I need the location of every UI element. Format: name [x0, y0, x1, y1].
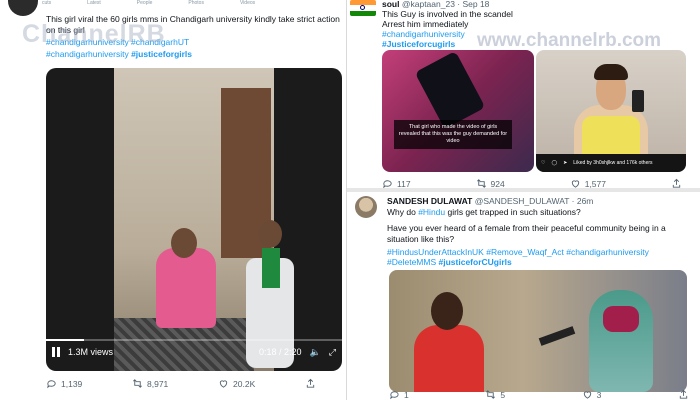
like-button[interactable]: 1,577 — [570, 178, 606, 189]
retweet-button[interactable]: 924 — [476, 178, 505, 189]
tab-people[interactable]: People — [137, 0, 153, 6]
retweet-count: 5 — [500, 389, 506, 400]
right-bottom-tweet: SANDESH DULAWAT @SANDESH_DULAWAT · 26m W… — [347, 192, 700, 400]
video-progress-fill — [46, 339, 85, 341]
heart-icon — [219, 380, 228, 388]
interview-image[interactable] — [389, 270, 687, 392]
heart-icon — [583, 391, 591, 399]
pause-icon[interactable] — [52, 347, 60, 357]
watermark: ChannelRB — [22, 20, 166, 48]
tab-header: cuts Latest People Photos Videos — [42, 0, 342, 6]
send-icon[interactable]: ➤ — [563, 160, 567, 166]
veil-face — [603, 306, 639, 332]
display-name[interactable]: soul — [382, 0, 399, 9]
tab-photos[interactable]: Photos — [188, 0, 204, 6]
video-player[interactable]: 1.3M views 0:18 / 2:20 🔈 ⤢ — [46, 68, 342, 371]
tab-top[interactable]: cuts — [42, 0, 51, 6]
video-controls: 1.3M views 0:18 / 2:20 🔈 ⤢ — [52, 343, 336, 361]
flag-avatar[interactable] — [350, 0, 376, 16]
like-count: 3 — [596, 389, 602, 400]
avatar[interactable] — [355, 196, 377, 218]
share-icon — [672, 178, 681, 188]
reply-count: 117 — [397, 178, 411, 189]
like-count: 20.2K — [233, 378, 256, 389]
retweet-button[interactable]: 5 — [485, 389, 505, 400]
reply-icon — [47, 380, 56, 389]
tweet-actions: 1,139 8,971 20.2K — [46, 378, 316, 389]
retweet-icon — [486, 390, 496, 399]
share-button[interactable] — [305, 378, 316, 389]
tweet-paragraph-2: Have you ever heard of a female from the… — [387, 223, 666, 244]
heart-icon[interactable]: ♡ — [541, 160, 545, 166]
view-count: 1.3M views — [68, 347, 114, 357]
hashtags-line-2[interactable]: #chandigarhuniversity #justiceforgirls — [46, 49, 342, 60]
reply-count: 1,139 — [61, 378, 83, 389]
tweet-actions: 117 924 1,577 — [382, 178, 682, 189]
like-button[interactable]: 20.2K — [218, 378, 255, 389]
video-girl — [156, 248, 216, 328]
reply-button[interactable]: 117 — [382, 178, 411, 189]
retweet-icon — [476, 179, 486, 188]
share-icon — [306, 378, 315, 388]
reply-icon — [390, 391, 399, 400]
retweet-count: 8,971 — [147, 378, 169, 389]
hashtag-2[interactable]: #Justiceforcugirls — [382, 39, 455, 50]
retweet-button[interactable]: 8,971 — [132, 378, 168, 389]
tab-videos[interactable]: Videos — [240, 0, 255, 6]
reply-button[interactable]: 1,139 — [46, 378, 82, 389]
avatar[interactable] — [8, 0, 38, 16]
hashtags-line-2[interactable]: #DeleteMMS #justiceforCUgirls — [387, 257, 692, 268]
video-progress-track[interactable] — [46, 339, 342, 341]
heart-icon — [571, 180, 579, 188]
watermark: www.channelrb.com — [477, 30, 662, 51]
video-girl-head — [171, 228, 197, 258]
like-count: 1,577 — [584, 178, 606, 189]
handle-date[interactable]: @kaptaan_23 · Sep 18 — [402, 0, 490, 9]
share-button[interactable] — [671, 178, 682, 188]
phone-shape — [414, 50, 486, 130]
chakra-icon — [360, 5, 365, 11]
video-scarf — [262, 248, 280, 288]
reporter-head — [431, 292, 463, 330]
microphone — [538, 326, 576, 346]
tab-latest[interactable]: Latest — [87, 0, 101, 6]
tweet-actions: 1 5 3 — [389, 389, 689, 400]
share-button[interactable] — [678, 389, 689, 400]
tweet-line-1: Why do #Hindu girls get trapped in such … — [387, 207, 581, 217]
phone-image[interactable]: That girl who made the video of girls re… — [382, 50, 534, 172]
instagram-caption: Liked by 3h0shjlkw and 176k others — [573, 160, 653, 166]
man-hair — [594, 64, 628, 80]
reply-count: 1 — [404, 389, 409, 400]
retweet-icon — [133, 379, 142, 388]
fullscreen-icon[interactable]: ⤢ — [329, 347, 336, 358]
volume-icon[interactable]: 🔈 — [310, 347, 321, 358]
reply-button[interactable]: 1 — [389, 389, 409, 400]
share-icon — [679, 389, 688, 399]
reply-icon — [383, 180, 392, 188]
image-caption: That girl who made the video of girls re… — [394, 120, 512, 149]
instagram-bar: ♡ ◯ ➤ Liked by 3h0shjlkw and 176k others — [536, 154, 686, 172]
display-name[interactable]: SANDESH DULAWAT — [387, 196, 472, 206]
video-woman-head — [258, 220, 282, 248]
left-tweet: cuts Latest People Photos Videos This gi… — [0, 0, 347, 400]
like-button[interactable]: 3 — [582, 389, 602, 400]
man-image[interactable]: ♡ ◯ ➤ Liked by 3h0shjlkw and 176k others — [536, 50, 686, 172]
tweet-header: SANDESH DULAWAT @SANDESH_DULAWAT · 26m — [387, 196, 593, 207]
video-time: 0:18 / 2:20 — [259, 347, 302, 357]
comment-icon[interactable]: ◯ — [551, 160, 557, 166]
right-top-tweet: soul @kaptaan_23 · Sep 18 This Guy is in… — [347, 0, 700, 192]
retweet-count: 924 — [490, 178, 505, 189]
selfie-phone — [632, 90, 644, 112]
reporter-body — [414, 325, 484, 392]
handle-date[interactable]: @SANDESH_DULAWAT · 26m — [475, 196, 594, 206]
